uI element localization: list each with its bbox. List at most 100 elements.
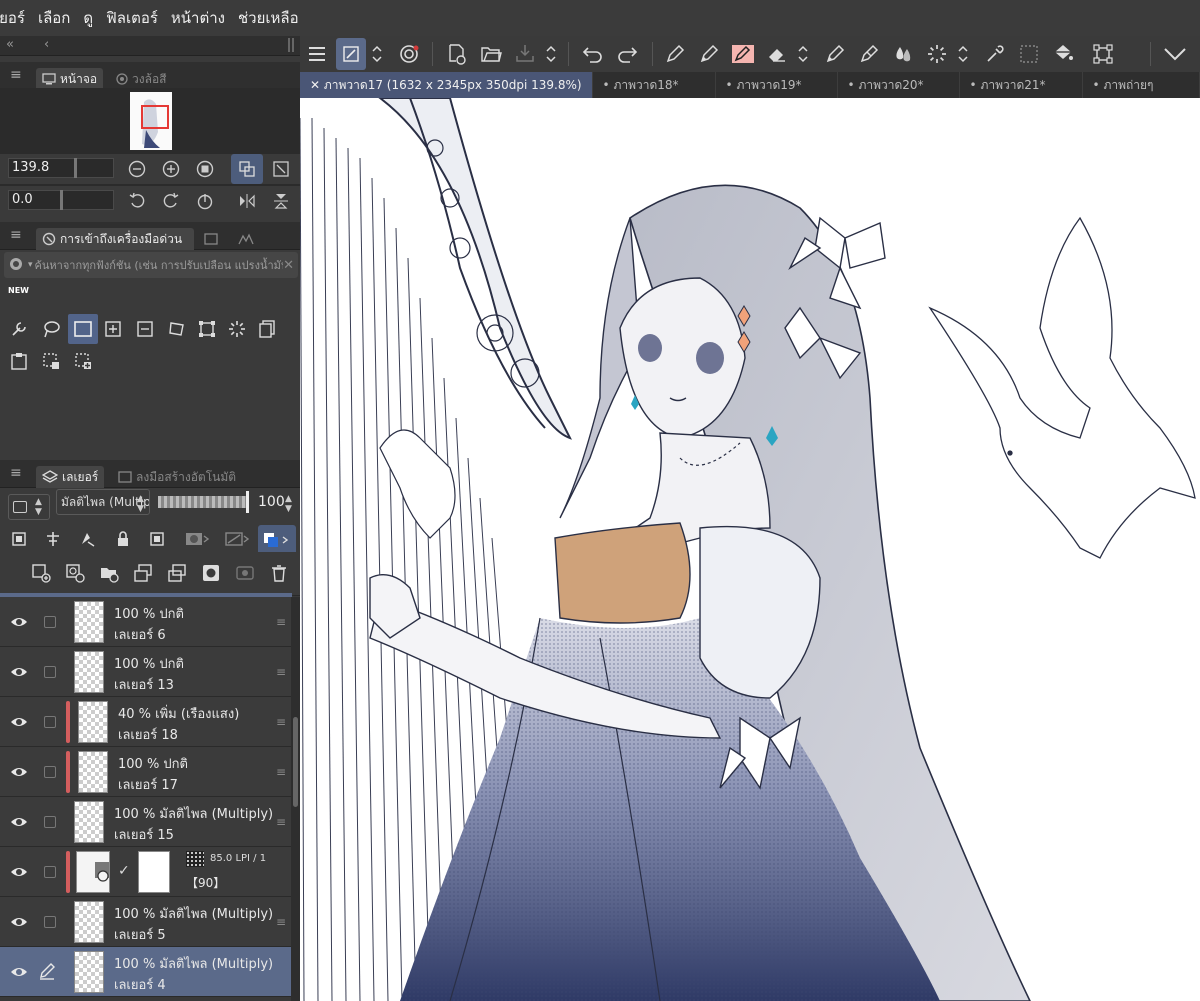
flip-vertical-icon[interactable] [268,188,294,214]
pen-edit-icon[interactable] [38,962,56,980]
loading-spinner-icon[interactable] [224,316,250,342]
open-folder-icon[interactable] [476,38,506,70]
paste-icon[interactable] [6,348,32,374]
layer-select-checkbox[interactable] [44,816,56,828]
scrollbar-thumb[interactable] [293,717,298,807]
selection-icon[interactable] [1014,38,1044,70]
select-area-icon[interactable] [132,316,158,342]
layer-name[interactable]: เลเยอร์ 18 [118,724,178,745]
drawing-canvas[interactable] [300,98,1200,1001]
add-selection-icon[interactable] [70,348,96,374]
new-vector-layer-icon[interactable] [62,560,88,586]
fit-to-window-icon[interactable] [231,154,263,184]
layer-select-checkbox[interactable] [44,866,56,878]
tab-navigator[interactable]: หน้าจอ [36,68,104,90]
tab-sub-tool-detail[interactable] [198,228,224,250]
blend-preset-select[interactable]: ▲ ▼ [8,494,50,520]
menu-view[interactable]: ดู [83,6,106,30]
new-raster-layer-icon[interactable] [28,560,54,586]
layer-select-checkbox[interactable] [44,616,56,628]
edit-tool-icon[interactable] [336,38,366,70]
undo-icon[interactable] [578,38,608,70]
save-icon[interactable] [510,38,540,70]
visibility-eye-icon[interactable] [10,813,28,831]
mask-link-check-icon[interactable]: ✓ [118,863,130,879]
zoom-input[interactable]: 139.8 [8,158,114,178]
tab-material[interactable] [232,228,260,250]
reset-rotation-icon[interactable] [192,188,218,214]
updown-arrow-icon[interactable] [368,38,386,70]
eraser-icon[interactable] [762,38,792,70]
updown-arrow-icon[interactable] [542,38,560,70]
reference-layer-icon[interactable] [40,526,66,552]
apply-mask-icon[interactable] [232,560,258,586]
visibility-eye-icon[interactable] [10,963,28,981]
layer-row[interactable]: 100 % มัลติไพล (Multiply) เลเยอร์ 15 ≡ [0,797,292,847]
eyedropper-icon[interactable] [980,38,1010,70]
drag-handle-icon[interactable]: ≡ [276,615,286,629]
opacity-updown-icon[interactable]: ▲ ▼ [285,494,292,514]
tab-layer[interactable]: เลเยอร์ [36,466,105,488]
menu-help[interactable]: ช่วยเหลือ [238,6,312,30]
visibility-eye-icon[interactable] [10,613,28,631]
opacity-value[interactable]: 100 [258,494,285,510]
double-chevron-left-icon[interactable]: « [6,37,14,52]
transform-handles-icon[interactable] [1088,38,1118,70]
layer-color-toggle-icon[interactable] [258,525,296,555]
layer-name[interactable]: เลเยอร์ 13 [114,674,174,695]
tab-quick-access[interactable]: การเข้าถึงเครื่องมือด่วน [36,228,194,250]
updown-arrow-icon[interactable] [954,38,972,70]
document-tab[interactable]: • ภาพวาด21* [960,72,1083,98]
layer-name[interactable]: เลเยอร์ 15 [114,824,174,845]
navigator-viewport-frame[interactable] [141,105,169,129]
hamburger-menu-icon[interactable] [302,38,332,70]
menu-window[interactable]: หน้าต่าง [171,6,238,30]
expand-chevron-down-icon[interactable] [1160,38,1190,70]
tab-auto-action[interactable]: ลงมือสร้างอัตโนมัติ [112,466,242,488]
layer-select-checkbox[interactable] [44,916,56,928]
lock-icon[interactable] [110,526,136,552]
menu-layer[interactable]: เยอร์ [0,6,38,30]
airbrush-spinner-icon[interactable] [922,38,952,70]
drag-handle-icon[interactable]: ≡ [276,765,286,779]
rotate-right-icon[interactable] [158,188,184,214]
layer-name[interactable]: เลเยอร์ 17 [118,774,178,795]
chevron-left-icon[interactable]: ‹ [44,37,49,52]
ink-pen-icon[interactable] [854,38,884,70]
lock-transparent-icon[interactable] [144,526,170,552]
layer-row[interactable]: 100 % ปกติ เลเยอร์ 17 ≡ [0,747,292,797]
zoom-out-icon[interactable] [124,156,150,182]
updown-arrow-icon[interactable] [794,38,812,70]
visibility-eye-icon[interactable] [10,913,28,931]
visibility-eye-icon[interactable] [10,863,28,881]
ruler-display-icon[interactable] [220,526,256,552]
tab-color-wheel[interactable]: วงล้อสี [110,68,172,90]
document-tab-active[interactable]: ✕ ภาพวาด17 (1632 x 2345px 350dpi 139.8%) [300,72,593,98]
visibility-eye-icon[interactable] [10,663,28,681]
panel-menu-icon[interactable]: ≡ [10,67,22,83]
panel-menu-icon[interactable]: ≡ [10,227,22,243]
new-folder-icon[interactable] [96,560,122,586]
transform-icon[interactable] [164,316,190,342]
mask-enable-icon[interactable] [180,526,216,552]
lasso-icon[interactable] [38,316,64,342]
chevron-down-icon[interactable]: ▾ [28,260,33,270]
zoom-in-icon[interactable] [158,156,184,182]
visibility-eye-icon[interactable] [10,713,28,731]
flip-horizontal-icon[interactable] [234,188,260,214]
layer-mask-icon[interactable] [198,560,224,586]
clear-search-icon[interactable]: ✕ [283,258,294,273]
zoom-slider-thumb[interactable] [74,158,77,178]
layer-row[interactable]: 100 % มัลติไพล (Multiply) เลเยอร์ 5 ≡ [0,897,292,947]
layer-row-selected[interactable]: 100 % มัลติไพล (Multiply) เลเยอร์ 4 [0,947,292,997]
clip-layer-icon[interactable] [6,526,32,552]
menu-select[interactable]: เลือก [38,6,83,30]
opacity-slider[interactable] [158,496,248,508]
actual-size-icon[interactable] [192,156,218,182]
layer-select-checkbox[interactable] [44,666,56,678]
layer-row[interactable]: ✓ 85.0 LPI / 1 【90】 [0,847,292,897]
layer-select-checkbox[interactable] [44,716,56,728]
blend-drops-icon[interactable] [888,38,918,70]
pen-icon[interactable] [660,38,690,70]
bounding-box-icon[interactable] [194,316,220,342]
